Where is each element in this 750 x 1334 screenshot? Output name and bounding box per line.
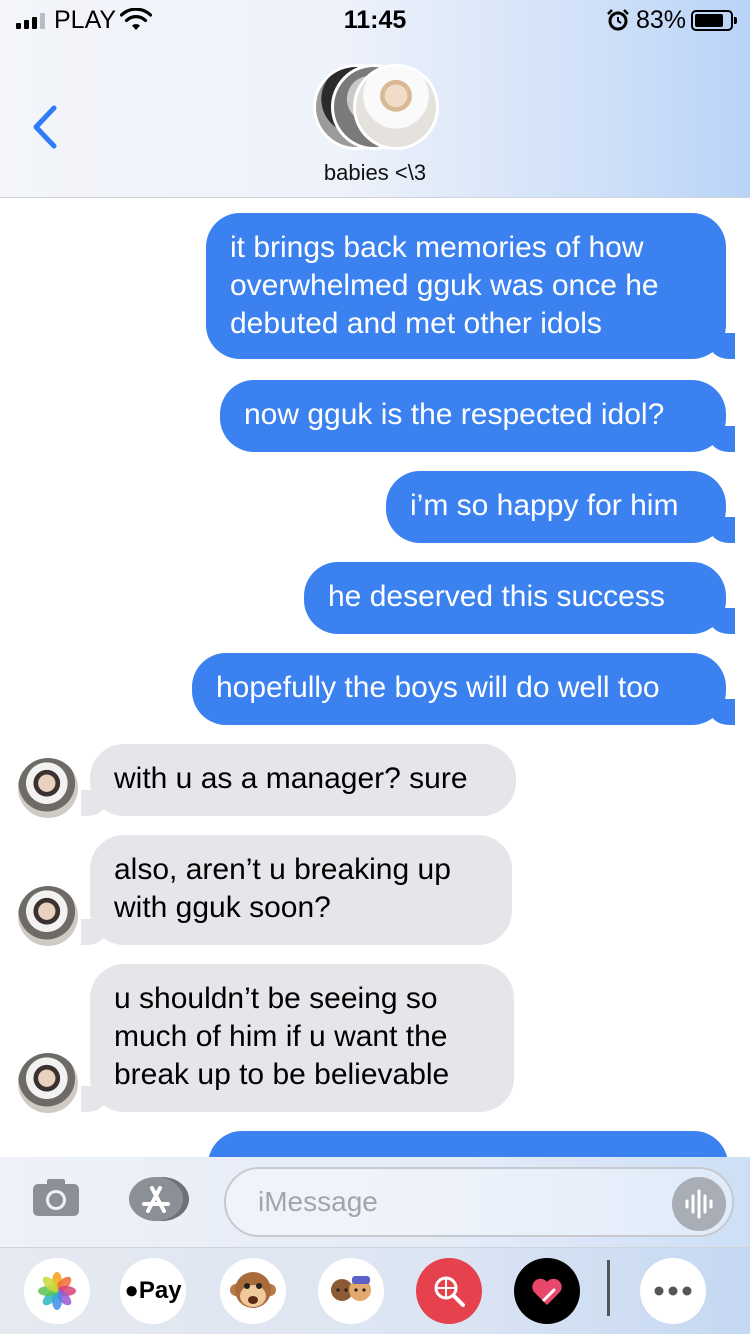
message-bubble-incoming[interactable]: with u as a manager? sure (81, 744, 516, 816)
conversation-header: PLAY 11:45 83% babies <\3 (0, 0, 750, 198)
compose-bar (0, 1157, 750, 1247)
photos-icon[interactable] (24, 1258, 90, 1324)
memoji-stickers-icon[interactable] (318, 1258, 384, 1324)
group-avatars[interactable] (313, 64, 439, 150)
message-bubble-outgoing[interactable]: i’m so happy for him (386, 471, 735, 543)
app-store-icon[interactable] (126, 1175, 190, 1223)
group-name[interactable]: babies <\3 (0, 160, 750, 186)
sender-avatar[interactable] (18, 1053, 78, 1113)
message-bubble-outgoing[interactable]: it brings back memories of how overwhelm… (206, 213, 735, 359)
audio-waveform-icon[interactable] (672, 1177, 726, 1231)
battery-percent: 83% (636, 6, 687, 34)
chevron-left-icon[interactable] (30, 104, 60, 150)
status-bar: PLAY 11:45 83% (0, 0, 750, 40)
message-input[interactable] (224, 1167, 734, 1237)
more-icon[interactable] (640, 1258, 706, 1324)
message-bubble-incoming[interactable]: u shouldn’t be seeing so much of him if … (81, 964, 514, 1112)
app-drawer-divider (607, 1260, 610, 1316)
monkey-animoji-icon[interactable] (220, 1258, 286, 1324)
battery-icon (691, 10, 737, 31)
message-bubble-outgoing-partial[interactable] (208, 1131, 728, 1157)
sender-avatar[interactable] (18, 886, 78, 946)
app-drawer: ● Pay (0, 1247, 750, 1334)
apple-pay-label: Pay (138, 1277, 182, 1304)
camera-icon[interactable] (32, 1177, 80, 1217)
message-thread[interactable]: it brings back memories of how overwhelm… (0, 199, 750, 1157)
sender-avatar[interactable] (18, 758, 78, 818)
apple-pay-icon[interactable]: ● Pay (120, 1258, 186, 1324)
message-bubble-incoming[interactable]: also, aren’t u breaking up with gguk soo… (81, 835, 512, 945)
avatar (353, 64, 439, 150)
message-bubble-outgoing[interactable]: now gguk is the respected idol? (220, 380, 735, 452)
alarm-icon (607, 9, 629, 31)
message-bubble-outgoing[interactable]: hopefully the boys will do well too (192, 653, 735, 725)
web-search-icon[interactable] (416, 1258, 482, 1324)
digital-touch-icon[interactable] (514, 1258, 580, 1324)
message-bubble-outgoing[interactable]: he deserved this success (304, 562, 735, 634)
